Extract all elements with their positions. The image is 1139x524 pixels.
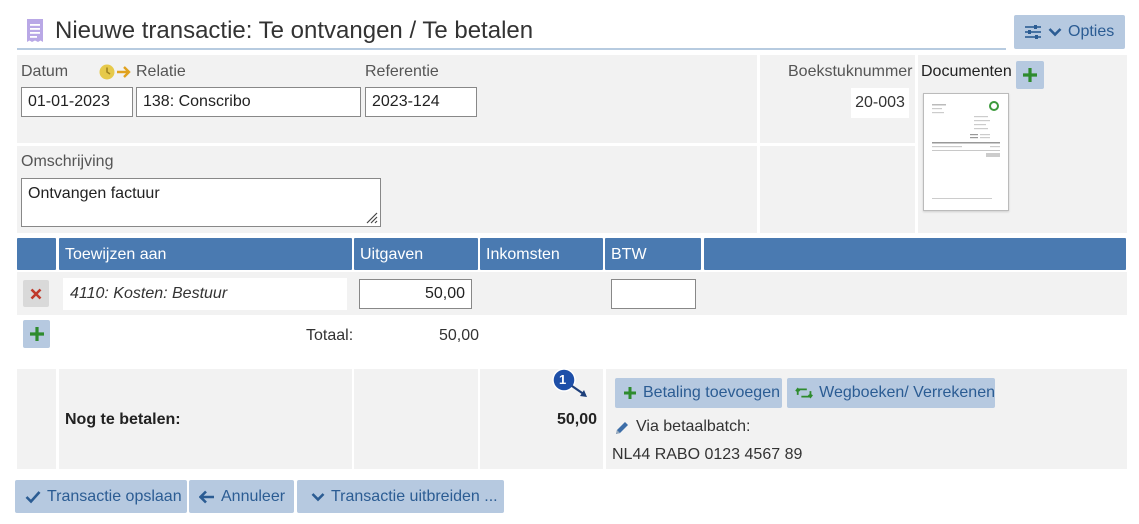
check-icon [25,490,41,503]
payment-expense-cell [354,369,478,469]
plus-icon [624,387,636,399]
page-header: Nieuwe transactie: Te ontvangen / Te bet… [17,14,1006,50]
iban-value: NL44 RABO 0123 4567 89 [612,446,803,463]
step-badge-number: 1 [559,372,567,387]
date-label: Datum [21,63,69,80]
settle-label: Wegboeken/ Verrekenen [819,384,995,401]
receipt-icon [27,19,43,42]
allocation-field[interactable]: 4110: Kosten: Bestuur [63,278,347,310]
cancel-label: Annuleer [221,487,286,505]
chevron-down-icon [311,492,325,501]
via-payment-batch-label: Via betaalbatch: [636,418,751,435]
relation-field[interactable]: 138: Conscribo [136,87,361,117]
expense-field[interactable]: 50,00 [359,279,472,309]
page-title: Nieuwe transactie: Te ontvangen / Te bet… [55,17,534,44]
date-field[interactable]: 01-01-2023 [21,87,133,117]
booking-number-value: 20-003 [851,88,909,118]
add-document-button[interactable] [1016,61,1044,89]
settle-button[interactable]: Wegboeken/ Verrekenen [787,378,995,408]
expand-transaction-label: Transactie uitbreiden ... [331,487,498,505]
document-thumbnail[interactable] [923,93,1009,211]
column-header-empty [704,238,1126,270]
add-payment-button[interactable]: Betaling toevoegen [615,378,782,408]
plus-icon [29,327,44,341]
clock-arrow-icon[interactable] [99,64,133,80]
close-icon [30,288,42,299]
description-label: Omschrijving [21,153,114,170]
expand-transaction-button[interactable]: Transactie uitbreiden ... [297,480,504,513]
table-header-spacer [17,238,56,270]
document-preview-image [932,101,1000,199]
arrow-left-icon [199,490,214,503]
description-value: Ontvangen factuur [28,185,160,202]
options-button[interactable]: Opties [1014,15,1125,49]
documents-label: Documenten [921,63,1012,80]
sliders-icon [1025,25,1041,39]
remaining-payment-amount: 50,00 [557,411,598,428]
pencil-icon [616,422,628,434]
description-field[interactable]: Ontvangen factuur [21,178,381,227]
save-transaction-button[interactable]: Transactie opslaan [15,480,187,513]
booking-number-label: Boekstuknummer [788,63,913,80]
column-header-expenses: Uitgaven [354,238,478,270]
arrow-pointer-icon [571,385,587,397]
total-label: Totaal: [306,327,354,344]
total-value: 50,00 [439,327,480,344]
add-row-button[interactable] [23,320,50,348]
options-label: Opties [1068,23,1115,40]
vat-field[interactable] [611,279,696,309]
plus-icon [1023,68,1037,82]
chevron-down-icon [1048,28,1062,37]
add-payment-label: Betaling toevoegen [643,384,780,401]
column-header-vat: BTW [605,238,701,270]
payment-spacer-cell [17,369,56,469]
resize-grip-icon[interactable] [366,212,378,224]
delete-row-button[interactable] [23,280,49,307]
reference-field[interactable]: 2023-124 [365,87,477,117]
retweet-icon [795,387,813,399]
column-header-allocation: Toewijzen aan [59,238,352,270]
remaining-payment-label: Nog te betalen: [65,411,181,428]
booking-number-panel-lower [760,146,915,233]
cancel-button[interactable]: Annuleer [189,480,294,513]
save-transaction-label: Transactie opslaan [47,487,182,505]
relation-label: Relatie [136,63,186,80]
reference-label: Referentie [365,63,439,80]
column-header-income: Inkomsten [480,238,603,270]
